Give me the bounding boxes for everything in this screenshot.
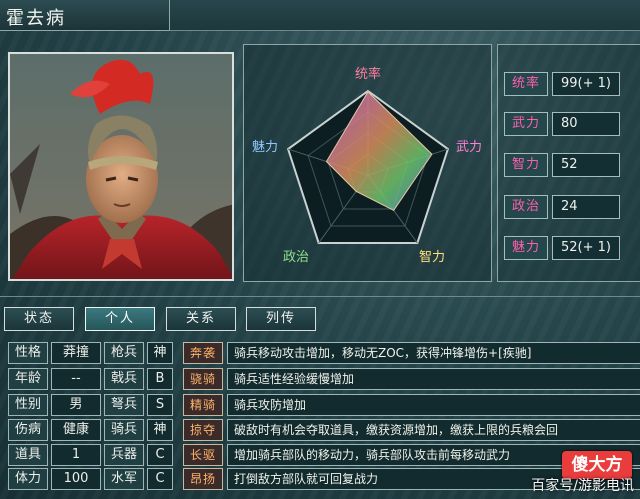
watermark-text: 百家号/游影电讯 <box>531 478 634 494</box>
stat-row-tongshuai: 统率 99(+ 1) <box>504 72 634 96</box>
general-portrait <box>8 52 234 281</box>
stat-label: 政治 <box>504 195 548 219</box>
aptitude-label: 水军 <box>104 468 144 490</box>
personal-info-grid: 性格 莽撞 枪兵 神 年龄 -- 戟兵 B 性别 男 弩兵 S 伤病 健康 骑兵… <box>8 342 178 492</box>
radar-label-meili: 魅力 <box>252 140 278 155</box>
stat-value: 99(+ 1) <box>552 72 620 96</box>
skill-description: 骑兵攻防增加 <box>227 394 640 416</box>
aptitude-value: S <box>147 394 173 416</box>
aptitude-label: 骑兵 <box>104 419 144 441</box>
info-label: 年龄 <box>8 368 48 390</box>
aptitude-label: 兵器 <box>104 444 144 466</box>
tab-personal[interactable]: 个人 <box>85 307 155 331</box>
aptitude-label: 戟兵 <box>104 368 144 390</box>
info-label: 体力 <box>8 468 48 490</box>
stat-value: 80 <box>552 112 620 136</box>
skill-name: 昂扬 <box>183 468 223 490</box>
info-value: -- <box>51 368 101 390</box>
skill-name: 精骑 <box>183 394 223 416</box>
aptitude-value: 神 <box>147 419 173 441</box>
attribute-radar-chart: 统率武力智力 政治 魅力 <box>252 66 482 265</box>
info-value: 健康 <box>51 419 101 441</box>
skill-row[interactable]: 精骑 骑兵攻防增加 <box>183 394 640 416</box>
skill-name: 奔袭 <box>183 342 223 364</box>
info-value: 100 <box>51 468 101 490</box>
info-label: 性格 <box>8 342 48 364</box>
tab-status[interactable]: 状态 <box>4 307 74 331</box>
stat-value: 52(+ 1) <box>552 236 620 260</box>
info-value: 莽撞 <box>51 342 101 364</box>
stat-label: 武力 <box>504 112 548 136</box>
tab-relations[interactable]: 关系 <box>166 307 236 331</box>
stat-row-zhili: 智力 52 <box>504 153 634 177</box>
attribute-list: 统率 99(+ 1) 武力 80 智力 52 政治 24 魅力 52(+ 1) <box>497 44 640 282</box>
skill-description: 骑兵适性经验缓慢增加 <box>227 368 640 390</box>
stat-row-meili: 魅力 52(+ 1) <box>504 236 634 260</box>
aptitude-value: C <box>147 444 173 466</box>
top-bar <box>170 0 640 31</box>
info-label: 道具 <box>8 444 48 466</box>
stat-value: 24 <box>552 195 620 219</box>
stat-label: 魅力 <box>504 236 548 260</box>
info-value: 1 <box>51 444 101 466</box>
aptitude-label: 弩兵 <box>104 394 144 416</box>
radar-label-zhili: 智力 <box>419 250 445 265</box>
skill-description: 骑兵移动攻击增加，移动无ZOC，获得冲锋增伤+[疾驰] <box>227 342 640 364</box>
radar-label-zhengzhi: 政治 <box>283 250 309 265</box>
radar-label-tongshuai: 统率 <box>355 66 381 82</box>
aptitude-value: 神 <box>147 342 173 364</box>
skill-name: 掠夺 <box>183 419 223 441</box>
info-value: 男 <box>51 394 101 416</box>
radar-label-wuli: 武力 <box>456 140 482 155</box>
tab-biography[interactable]: 列传 <box>246 307 316 331</box>
stat-value: 52 <box>552 153 620 177</box>
aptitude-value: C <box>147 468 173 490</box>
general-name: 霍去病 <box>6 8 66 29</box>
skill-row[interactable]: 奔袭 骑兵移动攻击增加，移动无ZOC，获得冲锋增伤+[疾驰] <box>183 342 640 364</box>
aptitude-label: 枪兵 <box>104 342 144 364</box>
aptitude-value: B <box>147 368 173 390</box>
name-plate: 霍去病 <box>0 0 170 31</box>
stat-label: 智力 <box>504 153 548 177</box>
skill-name: 长驱 <box>183 444 223 466</box>
tab-bar: 状态 个人 关系 列传 <box>0 296 640 336</box>
stat-row-zhengzhi: 政治 24 <box>504 195 634 219</box>
skill-description: 破敌时有机会夺取道具，缴获资源增加，缴获上限的兵粮会回 <box>227 419 640 441</box>
stat-row-wuli: 武力 80 <box>504 112 634 136</box>
attribute-radar-panel: 统率武力智力 政治 魅力 <box>243 44 492 282</box>
info-label: 伤病 <box>8 419 48 441</box>
skill-row[interactable]: 骁骑 骑兵适性经验缓慢增加 <box>183 368 640 390</box>
skill-row[interactable]: 掠夺 破敌时有机会夺取道具，缴获资源增加，缴获上限的兵粮会回 <box>183 419 640 441</box>
info-label: 性别 <box>8 394 48 416</box>
skill-name: 骁骑 <box>183 368 223 390</box>
stat-label: 统率 <box>504 72 548 96</box>
